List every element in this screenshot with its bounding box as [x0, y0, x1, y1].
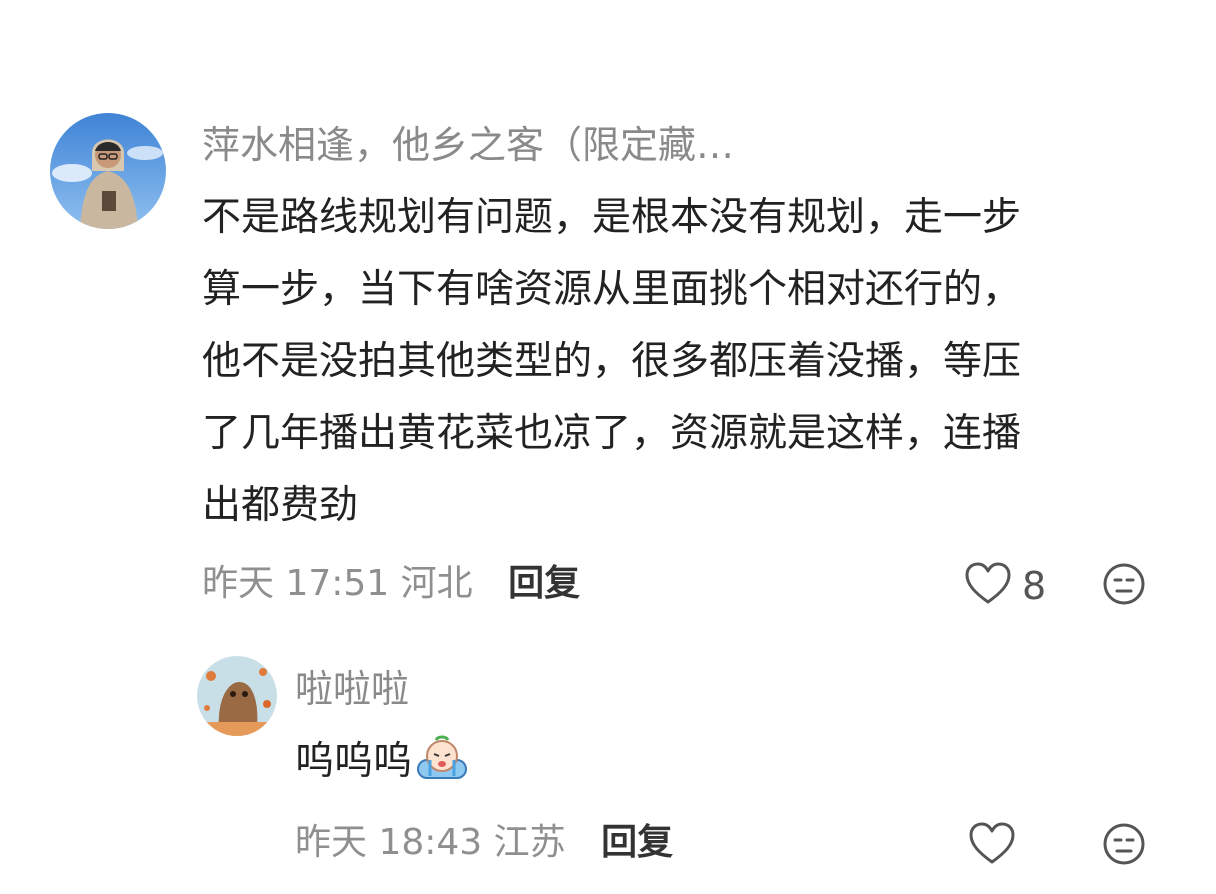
heart-outline-icon	[964, 562, 1012, 610]
comment-text-line: 出都费劲	[202, 483, 359, 528]
dislike-button[interactable]	[1102, 822, 1146, 870]
comment-text: 呜呜呜	[295, 726, 470, 806]
user-avatar[interactable]	[197, 656, 277, 736]
dislike-button[interactable]	[1102, 562, 1146, 610]
username[interactable]: 啦啦啦	[295, 670, 409, 708]
comment-text-content: 呜呜呜	[295, 739, 413, 784]
meh-face-icon	[1102, 823, 1146, 870]
comment-meta: 昨天 17:51 河北 回复	[202, 566, 580, 602]
comment-text: 不是路线规划有问题，是根本没有规划，走一步 算一步，当下有啥资源从里面挑个相对还…	[202, 182, 1162, 542]
comment-text-line: 算一步，当下有啥资源从里面挑个相对还行的，	[202, 267, 1022, 312]
comment-item: 啦啦啦 呜呜呜 昨天 18:43 江苏 回复	[0, 640, 1216, 894]
user-avatar[interactable]	[50, 113, 166, 229]
comment-time: 昨天 18:43	[295, 822, 483, 863]
comment-item: 萍水相逢，他乡之客（限定藏… 不是路线规划有问题，是根本没有规划，走一步 算一步…	[0, 0, 1216, 640]
username[interactable]: 萍水相逢，他乡之客（限定藏…	[202, 126, 734, 164]
meh-face-icon	[1102, 563, 1146, 610]
comment-text-line: 不是路线规划有问题，是根本没有规划，走一步	[202, 195, 1022, 240]
like-button[interactable]	[968, 822, 1016, 870]
comment-text-line: 了几年播出黄花菜也凉了，资源就是这样，连播	[202, 411, 1022, 456]
comment-location: 江苏	[493, 822, 566, 863]
reply-button[interactable]: 回复	[601, 822, 673, 863]
reply-button[interactable]: 回复	[508, 563, 580, 604]
comment-location: 河北	[400, 563, 473, 604]
like-button[interactable]: 8	[964, 562, 1046, 610]
heart-outline-icon	[968, 822, 1016, 870]
comment-text-line: 他不是没拍其他类型的，很多都压着没播，等压	[202, 339, 1022, 384]
comment-time: 昨天 17:51	[202, 563, 390, 604]
like-count: 8	[1022, 564, 1047, 608]
comment-meta: 昨天 18:43 江苏 回复	[295, 825, 673, 861]
crying-baby-emoji-icon	[414, 734, 470, 806]
